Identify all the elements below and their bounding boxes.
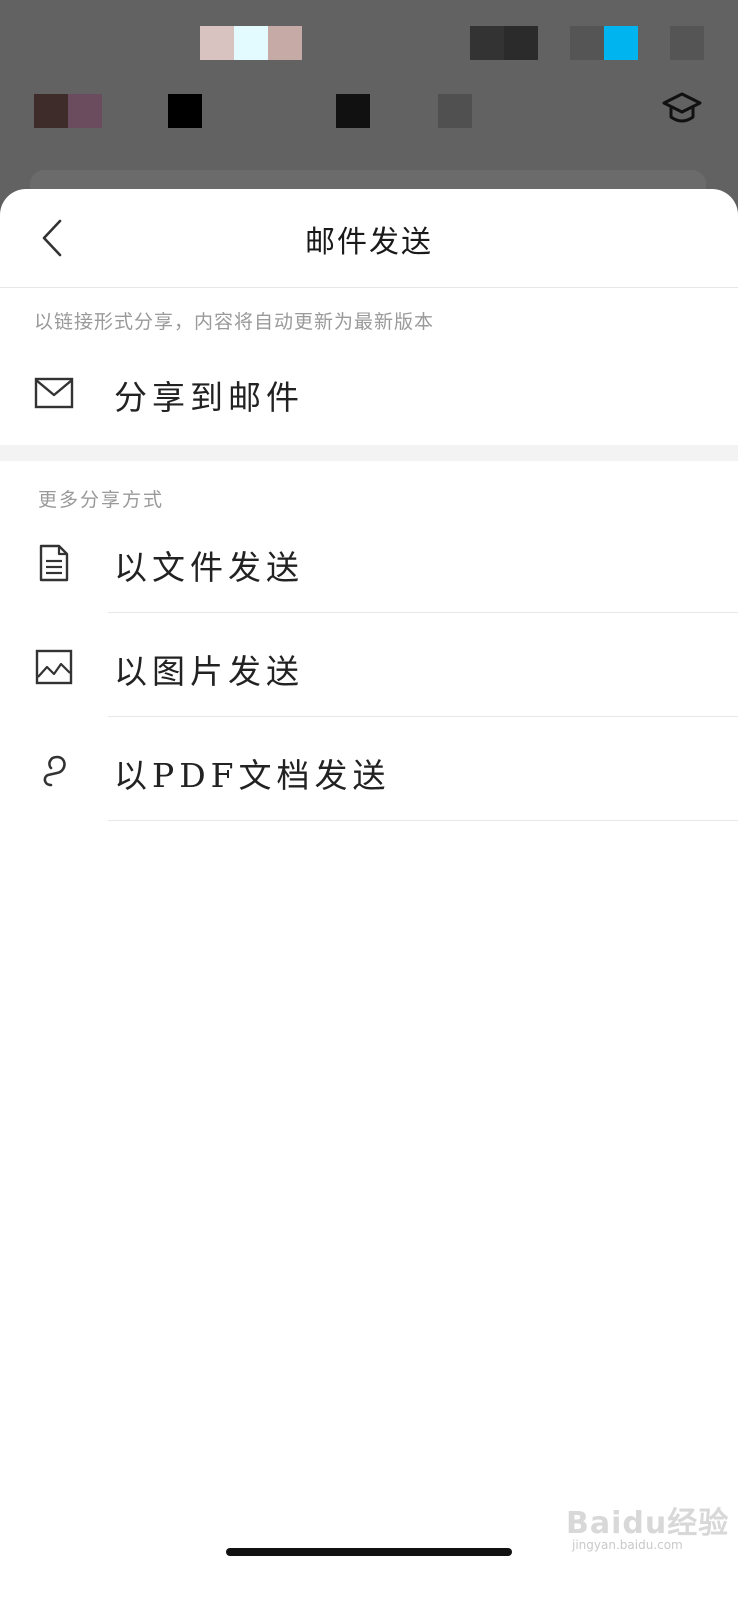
graduation-cap-icon xyxy=(662,92,702,123)
blurred-toolbar-block xyxy=(34,94,68,128)
baidu-watermark: Baidu经验 jingyan.baidu.com xyxy=(566,1498,730,1552)
pdf-icon xyxy=(43,755,66,787)
send-as-image-button[interactable]: 以图片发送 xyxy=(0,613,738,717)
row-divider xyxy=(108,820,738,821)
blurred-toolbar-block xyxy=(68,94,102,128)
send-as-file-label: 以文件发送 xyxy=(114,548,304,587)
share-sheet: 邮件发送 以链接形式分享，内容将自动更新为最新版本 分享到邮件 更多分享方式 以… xyxy=(0,189,738,1600)
blurred-status-block xyxy=(234,26,268,60)
home-indicator[interactable] xyxy=(226,1548,512,1556)
document-icon xyxy=(39,544,69,582)
blurred-toolbar-block xyxy=(336,94,370,128)
blurred-status-block xyxy=(670,26,704,60)
send-as-pdf-label: 以PDF文档发送 xyxy=(114,756,391,795)
share-to-email-button[interactable]: 分享到邮件 xyxy=(0,349,738,437)
image-icon xyxy=(35,649,73,685)
blurred-toolbar-block xyxy=(438,94,472,128)
blurred-status-block xyxy=(268,26,302,60)
blurred-toolbar-block xyxy=(168,94,202,128)
blurred-status-block xyxy=(604,26,638,60)
blurred-status-block xyxy=(504,26,538,60)
send-as-pdf-button[interactable]: 以PDF文档发送 xyxy=(0,717,738,821)
blurred-status-block xyxy=(470,26,504,60)
mail-icon xyxy=(34,377,74,409)
share-to-email-label: 分享到邮件 xyxy=(114,378,304,417)
page-title: 邮件发送 xyxy=(305,225,433,260)
sheet-header: 邮件发送 xyxy=(0,189,738,288)
watermark-url: jingyan.baidu.com xyxy=(572,1538,683,1552)
link-share-hint: 以链接形式分享，内容将自动更新为最新版本 xyxy=(34,311,435,333)
send-as-file-button[interactable]: 以文件发送 xyxy=(0,509,738,613)
more-options-label: 更多分享方式 xyxy=(38,489,165,511)
section-divider xyxy=(0,445,738,461)
blurred-status-block xyxy=(200,26,234,60)
watermark-brand: Baidu经验 xyxy=(566,1506,730,1541)
blurred-status-block xyxy=(570,26,604,60)
send-as-image-label: 以图片发送 xyxy=(114,652,304,691)
